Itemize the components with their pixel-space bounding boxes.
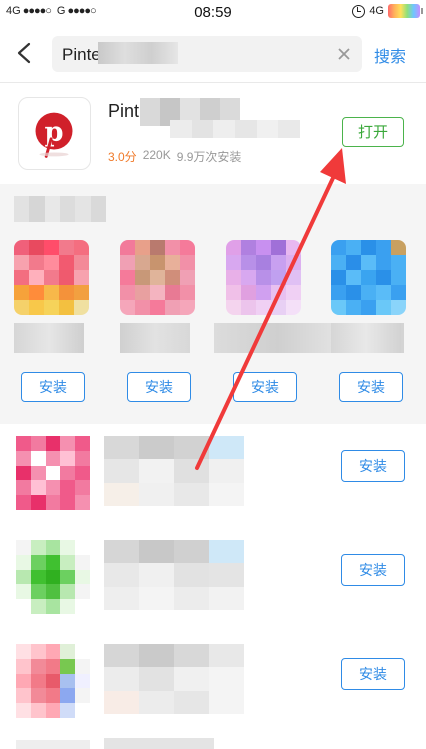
search-button[interactable]: 搜索 — [374, 43, 406, 67]
app-meta: 3.0分 220K 9.9万次安装 — [108, 148, 241, 165]
app-name-mosaic — [120, 323, 190, 353]
battery-icon — [388, 4, 423, 18]
app-desc-mosaic — [170, 120, 300, 138]
app-icon[interactable] — [120, 240, 195, 315]
header-divider — [0, 82, 426, 83]
list-item[interactable]: 安装 — [0, 528, 426, 632]
install-button[interactable]: 安装 — [339, 372, 403, 402]
search-input[interactable]: Pinte — [52, 36, 362, 72]
install-button[interactable]: 安装 — [233, 372, 297, 402]
app-icon[interactable] — [331, 240, 406, 315]
app-icon[interactable] — [16, 436, 90, 510]
app-name-mosaic — [331, 323, 401, 353]
app-info-mosaic — [104, 644, 244, 714]
app-icon[interactable] — [16, 644, 90, 718]
recommended-app-1[interactable] — [14, 240, 94, 353]
alarm-icon — [352, 4, 366, 18]
search-query-text: Pinte — [62, 45, 101, 64]
list-item[interactable]: 安装 — [0, 424, 426, 528]
install-button[interactable]: 安装 — [21, 372, 85, 402]
search-query-mosaic — [98, 42, 178, 64]
app-info-mosaic — [104, 436, 244, 506]
section-title-mosaic — [14, 196, 106, 222]
install-button[interactable]: 安装 — [341, 554, 405, 586]
app-installs: 9.9万次安装 — [176, 150, 242, 164]
app-icon[interactable]: p — [18, 97, 91, 170]
search-header: Pinte 搜索 — [0, 26, 426, 82]
install-button[interactable]: 安装 — [341, 658, 405, 690]
recommended-app-3[interactable] — [214, 240, 404, 353]
recommended-app-4[interactable] — [331, 240, 411, 353]
app-info-mosaic — [104, 738, 214, 749]
list-item[interactable]: 安装 — [0, 632, 426, 736]
app-icon[interactable] — [14, 240, 89, 315]
install-button[interactable]: 安装 — [127, 372, 191, 402]
app-name-mosaic — [14, 323, 84, 353]
recommended-app-2[interactable] — [120, 240, 200, 353]
pinterest-logo-icon: p — [35, 112, 73, 158]
app-icon-partial — [16, 740, 90, 749]
back-icon[interactable] — [14, 42, 36, 64]
network-label: 4G — [369, 5, 384, 17]
main-result-item[interactable]: p Pint 3.0分 220K 9.9万次安装 打开 — [0, 84, 426, 182]
app-icon[interactable] — [226, 240, 301, 315]
svg-text:p: p — [44, 116, 63, 148]
app-size: 220K — [142, 148, 171, 162]
status-right: 4G — [352, 4, 423, 18]
install-button[interactable]: 安装 — [341, 450, 405, 482]
open-button[interactable]: 打开 — [342, 117, 404, 147]
status-bar: 4G ●●●●○ G ●●●●○ 08:59 4G — [0, 0, 426, 26]
list-item-partial[interactable] — [0, 736, 426, 749]
clear-icon[interactable] — [336, 46, 352, 62]
recommendation-section: 安装 安装 安装 安装 — [0, 184, 426, 424]
app-info-mosaic — [104, 540, 244, 610]
app-rating: 3.0分 — [108, 150, 137, 164]
app-name: Pint — [108, 101, 140, 121]
app-icon[interactable] — [16, 540, 90, 614]
